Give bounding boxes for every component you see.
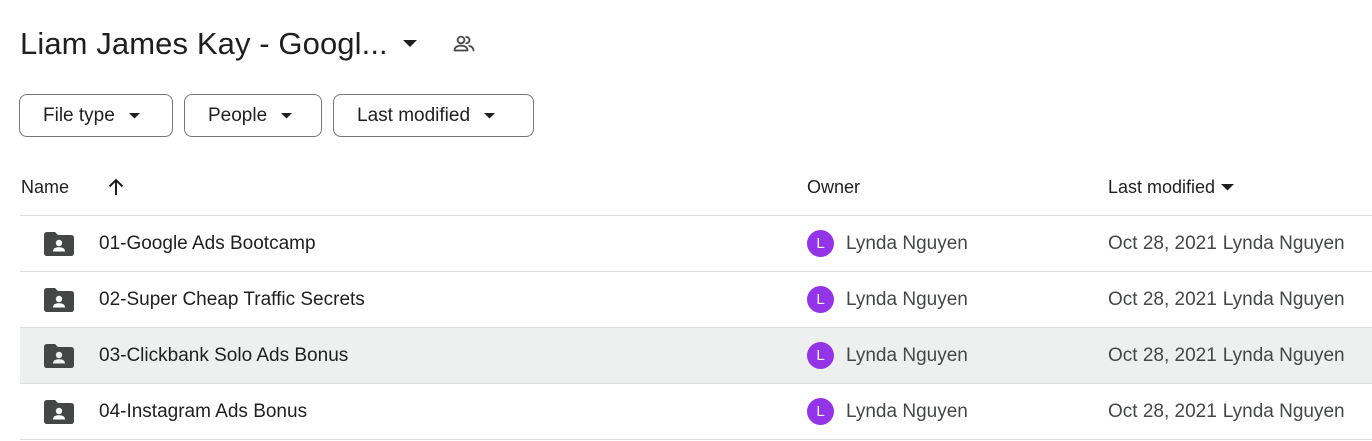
file-name: 03-Clickbank Solo Ads Bonus <box>99 344 349 366</box>
last-modified-cell: Oct 28, 2021 Lynda Nguyen <box>1108 216 1345 271</box>
drive-folder-view: Liam James Kay - Googl... File type Peop… <box>0 0 1372 441</box>
modified-date: Oct 28, 2021 <box>1108 288 1217 310</box>
table-row[interactable]: 04-Instagram Ads Bonus L Lynda Nguyen Oc… <box>20 384 1372 440</box>
last-modified-filter-label: Last modified <box>357 104 471 126</box>
avatar: L <box>807 342 834 369</box>
last-modified-cell: Oct 28, 2021 Lynda Nguyen <box>1108 384 1345 439</box>
table-header: Name Owner Last modified <box>20 160 1372 216</box>
owner-name: Lynda Nguyen <box>846 288 968 310</box>
table-row[interactable]: 01-Google Ads Bootcamp L Lynda Nguyen Oc… <box>20 216 1372 272</box>
people-filter[interactable]: People <box>184 94 322 137</box>
shared-folder-icon <box>44 288 74 312</box>
file-type-filter-label: File type <box>43 104 115 126</box>
modified-date: Oct 28, 2021 <box>1108 400 1217 422</box>
folder-title-bar: Liam James Kay - Googl... <box>20 22 480 66</box>
avatar: L <box>807 286 834 313</box>
owner-name: Lynda Nguyen <box>846 400 968 422</box>
last-modified-filter[interactable]: Last modified <box>333 94 534 137</box>
last-modified-column-label: Last modified <box>1108 177 1216 197</box>
owner-name: Lynda Nguyen <box>846 232 968 254</box>
arrow-up-icon[interactable] <box>104 174 128 200</box>
last-modified-cell: Oct 28, 2021 Lynda Nguyen <box>1108 272 1345 327</box>
chevron-down-icon <box>281 112 293 119</box>
file-name: 01-Google Ads Bootcamp <box>99 232 316 254</box>
people-filter-label: People <box>208 104 268 126</box>
filter-chips: File type People Last modified <box>19 94 534 139</box>
shared-folder-icon <box>44 400 74 424</box>
shared-folder-icon <box>44 344 74 368</box>
modified-by: Lynda Nguyen <box>1222 232 1345 254</box>
avatar: L <box>807 398 834 425</box>
table-row[interactable]: 03-Clickbank Solo Ads Bonus L Lynda Nguy… <box>20 328 1372 384</box>
modified-by: Lynda Nguyen <box>1222 344 1345 366</box>
name-column-header[interactable]: Name <box>21 160 69 215</box>
chevron-down-icon <box>128 112 140 119</box>
owner-name: Lynda Nguyen <box>846 344 968 366</box>
modified-by: Lynda Nguyen <box>1222 288 1345 310</box>
table-row[interactable]: 02-Super Cheap Traffic Secrets L Lynda N… <box>20 272 1372 328</box>
last-modified-cell: Oct 28, 2021 Lynda Nguyen <box>1108 328 1345 383</box>
chevron-down-icon <box>484 112 496 119</box>
modified-date: Oct 28, 2021 <box>1108 344 1217 366</box>
arrow-drop-down-icon <box>1221 184 1235 191</box>
folder-title[interactable]: Liam James Kay - Googl... <box>20 26 388 62</box>
people-icon[interactable] <box>448 28 480 60</box>
arrow-drop-down-icon[interactable] <box>396 30 424 58</box>
file-name: 04-Instagram Ads Bonus <box>99 400 308 422</box>
shared-folder-icon <box>44 232 74 256</box>
owner-column-header: Owner <box>807 177 861 197</box>
last-modified-column-header[interactable]: Last modified <box>1108 160 1235 215</box>
avatar: L <box>807 230 834 257</box>
file-name: 02-Super Cheap Traffic Secrets <box>99 288 365 310</box>
modified-by: Lynda Nguyen <box>1222 400 1345 422</box>
modified-date: Oct 28, 2021 <box>1108 232 1217 254</box>
file-type-filter[interactable]: File type <box>19 94 173 137</box>
